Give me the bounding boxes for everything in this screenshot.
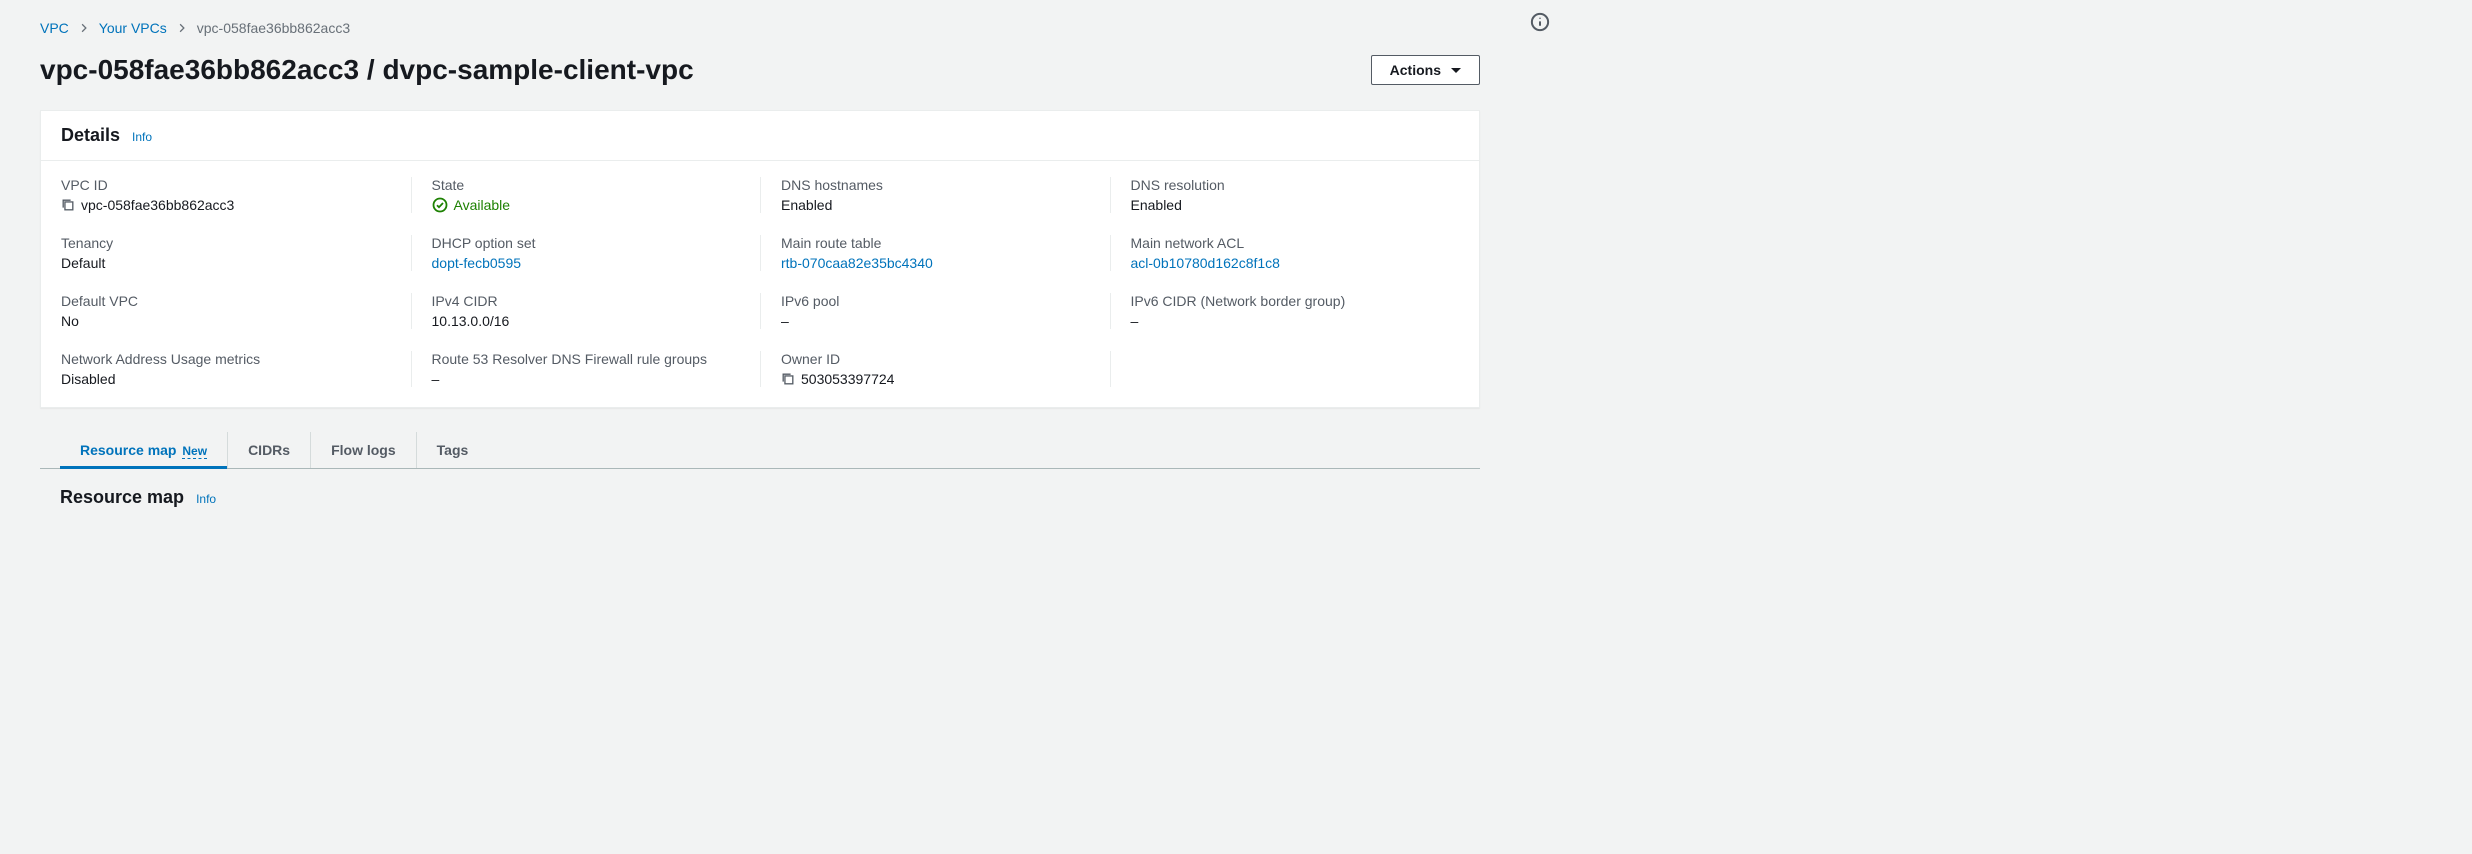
label-tenancy: Tenancy	[61, 235, 391, 251]
breadcrumb: VPC Your VPCs vpc-058fae36bb862acc3	[40, 20, 1480, 36]
label-owner: Owner ID	[781, 351, 1090, 367]
label-state: State	[432, 177, 741, 193]
field-dns-hostnames: DNS hostnames Enabled	[760, 177, 1110, 213]
field-dhcp: DHCP option set dopt-fecb0595	[411, 235, 761, 271]
value-main-route-link[interactable]: rtb-070caa82e35bc4340	[781, 255, 933, 271]
chevron-right-icon	[79, 23, 89, 33]
field-owner: Owner ID 503053397724	[760, 351, 1110, 387]
field-dns-resolution: DNS resolution Enabled	[1110, 177, 1460, 213]
field-empty	[1110, 351, 1460, 387]
tab-tags[interactable]: Tags	[417, 432, 489, 468]
caret-down-icon	[1451, 68, 1461, 73]
tab-cidrs[interactable]: CIDRs	[228, 432, 311, 468]
tab-flow-logs[interactable]: Flow logs	[311, 432, 417, 468]
field-ipv6-cidr: IPv6 CIDR (Network border group) –	[1110, 293, 1460, 329]
value-dns-hostnames: Enabled	[781, 197, 1090, 213]
value-dhcp-link[interactable]: dopt-fecb0595	[432, 255, 522, 271]
value-ipv4-cidr: 10.13.0.0/16	[432, 313, 741, 329]
page-title: vpc-058fae36bb862acc3 / dvpc-sample-clie…	[40, 54, 694, 86]
copy-icon[interactable]	[61, 198, 75, 212]
label-r53: Route 53 Resolver DNS Firewall rule grou…	[432, 351, 741, 367]
field-main-route: Main route table rtb-070caa82e35bc4340	[760, 235, 1110, 271]
value-nau: Disabled	[61, 371, 391, 387]
tabs: Resource map New CIDRs Flow logs Tags	[40, 432, 1480, 469]
label-vpc-id: VPC ID	[61, 177, 391, 193]
label-dns-resolution: DNS resolution	[1131, 177, 1440, 193]
label-main-acl: Main network ACL	[1131, 235, 1440, 251]
field-vpc-id: VPC ID vpc-058fae36bb862acc3	[61, 177, 411, 213]
label-nau: Network Address Usage metrics	[61, 351, 391, 367]
field-tenancy: Tenancy Default	[61, 235, 411, 271]
resource-map-info-link[interactable]: Info	[196, 492, 216, 506]
breadcrumb-vpc-link[interactable]: VPC	[40, 20, 69, 36]
status-badge: Available	[432, 197, 511, 213]
field-main-acl: Main network ACL acl-0b10780d162c8f1c8	[1110, 235, 1460, 271]
actions-button-label: Actions	[1390, 62, 1441, 78]
tab-resource-map-label: Resource map	[80, 442, 176, 458]
value-tenancy: Default	[61, 255, 391, 271]
breadcrumb-your-vpcs-link[interactable]: Your VPCs	[99, 20, 167, 36]
value-main-acl-link[interactable]: acl-0b10780d162c8f1c8	[1131, 255, 1280, 271]
label-dns-hostnames: DNS hostnames	[781, 177, 1090, 193]
value-state: Available	[454, 197, 511, 213]
value-ipv6-pool: –	[781, 313, 1090, 329]
value-dns-resolution: Enabled	[1131, 197, 1440, 213]
info-circle-icon[interactable]	[1530, 12, 1550, 32]
label-ipv6-pool: IPv6 pool	[781, 293, 1090, 309]
field-ipv6-pool: IPv6 pool –	[760, 293, 1110, 329]
label-ipv6-cidr: IPv6 CIDR (Network border group)	[1131, 293, 1440, 309]
label-dhcp: DHCP option set	[432, 235, 741, 251]
details-info-link[interactable]: Info	[132, 130, 152, 144]
resource-map-heading: Resource map	[60, 487, 184, 508]
details-heading: Details	[61, 125, 120, 146]
check-circle-icon	[432, 197, 448, 213]
tab-resource-map[interactable]: Resource map New	[60, 432, 228, 468]
value-r53: –	[432, 371, 741, 387]
label-ipv4-cidr: IPv4 CIDR	[432, 293, 741, 309]
actions-button[interactable]: Actions	[1371, 55, 1480, 85]
details-panel: Details Info VPC ID vpc-058fae36bb862acc…	[40, 110, 1480, 408]
field-ipv4-cidr: IPv4 CIDR 10.13.0.0/16	[411, 293, 761, 329]
field-default-vpc: Default VPC No	[61, 293, 411, 329]
value-ipv6-cidr: –	[1131, 313, 1440, 329]
value-default-vpc: No	[61, 313, 391, 329]
chevron-right-icon	[177, 23, 187, 33]
value-owner: 503053397724	[801, 371, 894, 387]
breadcrumb-current: vpc-058fae36bb862acc3	[197, 20, 350, 36]
label-default-vpc: Default VPC	[61, 293, 391, 309]
label-main-route: Main route table	[781, 235, 1090, 251]
info-rail	[1520, 0, 1560, 522]
value-vpc-id: vpc-058fae36bb862acc3	[81, 197, 234, 213]
copy-icon[interactable]	[781, 372, 795, 386]
field-r53: Route 53 Resolver DNS Firewall rule grou…	[411, 351, 761, 387]
field-nau: Network Address Usage metrics Disabled	[61, 351, 411, 387]
new-badge: New	[182, 444, 207, 459]
field-state: State Available	[411, 177, 761, 213]
